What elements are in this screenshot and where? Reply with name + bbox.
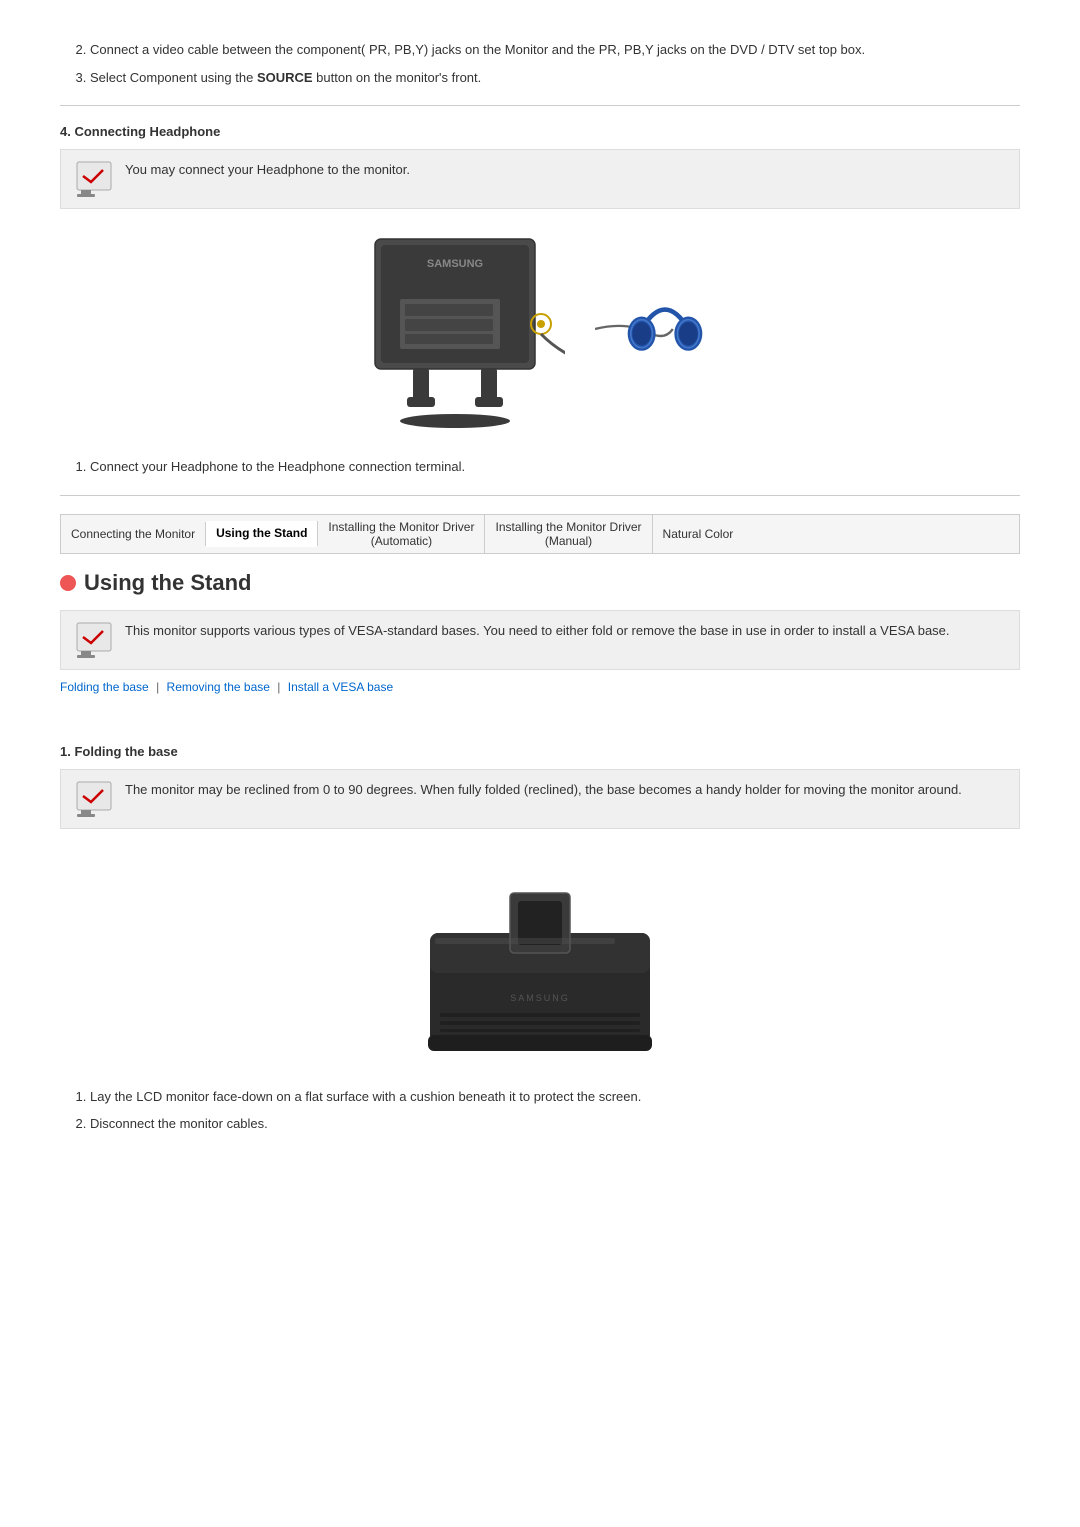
step2-text: Connect a video cable between the compon… [90, 40, 1020, 60]
step3-suffix: button on the monitor's front. [313, 70, 482, 85]
section4-heading: 4. Connecting Headphone [60, 124, 1020, 139]
connect-headphone-section: Connect your Headphone to the Headphone … [60, 457, 1020, 477]
monitor-back-image: SAMSUNG [345, 229, 565, 429]
headphone-image [595, 269, 735, 389]
step2-section: Connect a video cable between the compon… [60, 40, 1020, 87]
section-folding-heading: 1. Folding the base [60, 744, 1020, 759]
vesa-check-icon [75, 621, 113, 659]
title-dot-icon [60, 575, 76, 591]
tab-connecting-monitor[interactable]: Connecting the Monitor [61, 522, 206, 546]
section4-info-text: You may connect your Headphone to the mo… [125, 160, 410, 180]
page-title-text: Using the Stand [84, 570, 251, 596]
step3-text: Select Component using the SOURCE button… [90, 68, 1020, 88]
folding-info-box: The monitor may be reclined from 0 to 90… [60, 769, 1020, 829]
breadcrumb-removing[interactable]: Removing the base [167, 680, 270, 694]
section-divider-2 [60, 495, 1020, 496]
breadcrumb-links: Folding the base | Removing the base | I… [60, 680, 1020, 694]
section-divider-1 [60, 105, 1020, 106]
bottom-step1: Lay the LCD monitor face-down on a flat … [90, 1087, 1020, 1107]
bottom-step2: Disconnect the monitor cables. [90, 1114, 1020, 1134]
connect-headphone-text: Connect your Headphone to the Headphone … [90, 457, 1020, 477]
monitor-headphone-image-area: SAMSUNG [60, 229, 1020, 429]
svg-text:SAMSUNG: SAMSUNG [510, 993, 570, 1003]
page-title-area: Using the Stand [60, 570, 1020, 596]
breadcrumb-sep1: | [156, 680, 162, 694]
tab-installing-manual[interactable]: Installing the Monitor Driver(Manual) [485, 515, 652, 553]
section4-info-box: You may connect your Headphone to the mo… [60, 149, 1020, 209]
svg-text:SAMSUNG: SAMSUNG [427, 258, 483, 270]
bottom-steps-section: Lay the LCD monitor face-down on a flat … [60, 1087, 1020, 1134]
folding-check-icon [75, 780, 113, 818]
section-folding: 1. Folding the base The monitor may be r… [60, 744, 1020, 829]
stand-folded-image: SAMSUNG [400, 853, 680, 1063]
section4: 4. Connecting Headphone You may connect … [60, 124, 1020, 209]
breadcrumb-sep2: | [277, 680, 283, 694]
stand-folded-image-area: SAMSUNG [60, 853, 1020, 1063]
folding-info-text: The monitor may be reclined from 0 to 90… [125, 780, 962, 800]
step3-prefix: Select Component using the [90, 70, 257, 85]
breadcrumb-install-vesa[interactable]: Install a VESA base [288, 680, 393, 694]
step3-bold: SOURCE [257, 70, 313, 85]
breadcrumb-folding[interactable]: Folding the base [60, 680, 149, 694]
tab-natural-color[interactable]: Natural Color [653, 522, 744, 546]
vesa-info-text: This monitor supports various types of V… [125, 621, 950, 641]
check-icon [75, 160, 113, 198]
tab-using-stand[interactable]: Using the Stand [206, 521, 318, 547]
vesa-info-box: This monitor supports various types of V… [60, 610, 1020, 670]
tab-installing-automatic[interactable]: Installing the Monitor Driver(Automatic) [318, 515, 485, 553]
nav-tabs-bar: Connecting the Monitor Using the Stand I… [60, 514, 1020, 554]
